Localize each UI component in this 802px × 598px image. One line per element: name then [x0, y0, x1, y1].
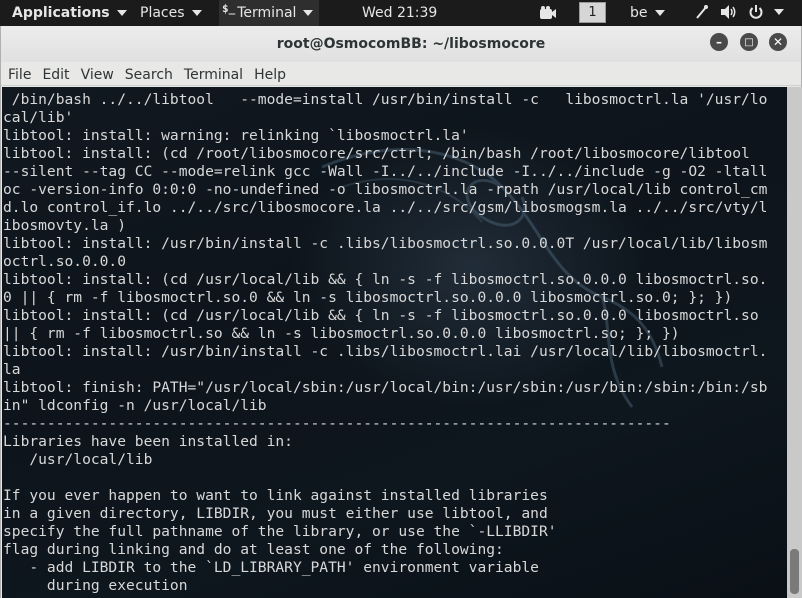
- terminal-line: la: [3, 361, 21, 378]
- menu-search[interactable]: Search: [125, 65, 173, 83]
- terminal-line: libtool: install: (cd /root/libosmocore/…: [3, 145, 750, 162]
- title-bar[interactable]: root@OsmocomBB: ~/libosmocore – □ ✕: [1, 26, 801, 62]
- menu-help[interactable]: Help: [254, 65, 286, 83]
- chevron-down-icon: [774, 9, 784, 15]
- terminal-line: during execution: [3, 577, 188, 594]
- terminal-line: d.lo control_if.lo ../../src/libosmocore…: [3, 199, 768, 216]
- terminal-text: /bin/bash ../../libtool --mode=install /…: [3, 91, 767, 595]
- terminal-line: /bin/bash ../../libtool --mode=install /…: [3, 91, 768, 108]
- applications-menu[interactable]: Applications: [12, 0, 127, 26]
- scrollbar-thumb[interactable]: [790, 549, 799, 594]
- terminal-line: libtool: install: /usr/bin/install -c .l…: [3, 343, 768, 360]
- system-menu[interactable]: [694, 4, 784, 20]
- terminal-icon: $_: [222, 1, 236, 15]
- chevron-down-icon: [116, 10, 127, 16]
- terminal-line: octrl.so.0.0.0: [3, 253, 127, 270]
- terminal-app-menu[interactable]: $_ Terminal: [219, 0, 319, 26]
- places-menu[interactable]: Places: [140, 0, 202, 26]
- terminal-line: 0 || { rm -f libosmoctrl.so.0 && ln -s l…: [3, 289, 733, 306]
- menu-view[interactable]: View: [81, 65, 114, 83]
- terminal-line: libtool: install: (cd /usr/local/lib && …: [3, 307, 759, 324]
- workspace-indicator[interactable]: 1: [579, 2, 606, 23]
- terminal-app-label: Terminal: [237, 5, 297, 21]
- terminal-line: flag during linking and do at least one …: [3, 541, 504, 558]
- top-bar: Applications Places $_ Terminal Wed 21:3…: [0, 0, 802, 26]
- clock[interactable]: Wed 21:39: [362, 0, 437, 26]
- volume-icon: [721, 5, 736, 19]
- minimize-button[interactable]: –: [710, 33, 728, 51]
- power-icon: [749, 5, 763, 19]
- terminal-output[interactable]: /bin/bash ../../libtool --mode=install /…: [2, 87, 787, 598]
- chevron-down-icon: [303, 10, 314, 16]
- applications-label: Applications: [12, 5, 110, 21]
- terminal-line: oc -version-info 0:0:0 -no-undefined -o …: [3, 181, 768, 198]
- menu-edit[interactable]: Edit: [42, 65, 69, 83]
- maximize-button[interactable]: □: [740, 33, 758, 51]
- menu-bar: File Edit View Search Terminal Help: [1, 62, 801, 86]
- terminal-line: libtool: install: /usr/bin/install -c .l…: [3, 235, 768, 252]
- menu-file[interactable]: File: [8, 65, 31, 83]
- terminal-line: || { rm -f libosmoctrl.so && ln -s libos…: [3, 325, 680, 342]
- keyboard-layout-menu[interactable]: be: [630, 0, 665, 26]
- terminal-line: libtool: install: (cd /usr/local/lib && …: [3, 271, 768, 288]
- terminal-line: in" ldconfig -n /usr/local/lib: [3, 397, 267, 414]
- keyboard-layout-label: be: [630, 5, 648, 21]
- terminal-line: Libraries have been installed in:: [3, 433, 293, 450]
- chevron-down-icon: [191, 10, 202, 16]
- camera-icon[interactable]: [539, 6, 557, 24]
- terminal-line: libtool: install: warning: relinking `li…: [3, 127, 469, 144]
- accessibility-icon: [696, 5, 708, 19]
- terminal-line: cal/lib': [3, 109, 74, 126]
- terminal-line: If you ever happen to want to link again…: [3, 487, 548, 504]
- terminal-line: in a given directory, LIBDIR, you must e…: [3, 505, 548, 522]
- places-label: Places: [140, 5, 185, 21]
- vertical-scrollbar[interactable]: [787, 87, 802, 598]
- terminal-line: ibosmovty.la ): [3, 217, 127, 234]
- window-title: root@OsmocomBB: ~/libosmocore: [276, 36, 546, 52]
- terminal-line: libtool: finish: PATH="/usr/local/sbin:/…: [3, 379, 768, 396]
- terminal-line: specify the full pathname of the library…: [3, 523, 557, 540]
- terminal-line: /usr/local/lib: [3, 451, 153, 468]
- terminal-line: ----------------------------------------…: [3, 415, 671, 432]
- menu-terminal[interactable]: Terminal: [184, 65, 243, 83]
- close-button[interactable]: ✕: [769, 33, 787, 51]
- terminal-line: - add LIBDIR to the `LD_LIBRARY_PATH' en…: [3, 559, 539, 576]
- terminal-line: --silent --tag CC --mode=relink gcc -Wal…: [3, 163, 768, 180]
- chevron-down-icon: [654, 10, 665, 16]
- terminal-window: root@OsmocomBB: ~/libosmocore – □ ✕ File…: [0, 26, 802, 598]
